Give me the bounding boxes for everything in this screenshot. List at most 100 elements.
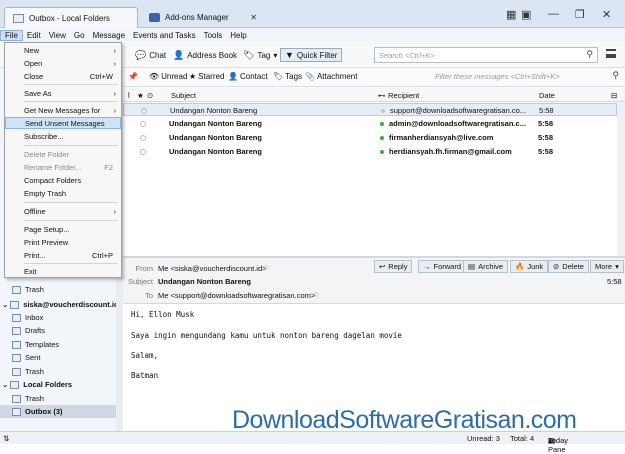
account-siska[interactable]: ⌄ siska@voucherdiscount.id [2,298,119,311]
tag-button[interactable]: 🏷 Tag ▾ [243,48,277,62]
unread-filter[interactable]: 👁 Unread [149,72,187,81]
star-toggle-icon[interactable] [140,134,146,141]
local-folders[interactable]: ⌄ Local Folders [2,378,72,391]
folder-trash[interactable]: Trash [12,283,44,296]
menu-item-offline[interactable]: Offline › [5,205,121,217]
star-contact-icon[interactable]: ☆ [263,263,270,272]
menu-item-save-as[interactable]: Save As › [5,87,121,99]
local-folders-icon [10,380,20,389]
menu-item-rename-folder[interactable]: Rename Folder... F2 [5,161,121,173]
menu-item-exit[interactable]: Exit [5,265,121,277]
delete-button[interactable]: ⊘ Delete [548,260,589,273]
folder-outbox[interactable]: Outbox (3) [0,405,116,418]
thread-column-icon[interactable]: ⌇ [127,91,131,100]
unread-icon: 👁 [149,72,160,81]
message-row[interactable]: Undangan Nonton Bareng support@downloads… [123,103,617,116]
to-label: To [145,291,153,300]
close-tab-icon[interactable]: ✕ [250,13,257,22]
forward-label: Forward [433,262,462,271]
filter-messages-input[interactable]: Filter these messages <Ctrl+Shift+K> ⚲ [431,70,621,84]
folder-inbox[interactable]: Inbox [12,311,43,324]
menu-message[interactable]: Message [89,31,129,40]
menu-go[interactable]: Go [70,31,89,40]
restore-icon[interactable]: ❐ [575,8,585,21]
forward-button[interactable]: → Forward [418,260,467,273]
folder-trash-2[interactable]: Trash [12,365,44,378]
star-contact-icon[interactable]: ☆ [313,290,320,299]
menu-item-delete-folder[interactable]: Delete Folder [5,148,121,160]
menu-tools[interactable]: Tools [200,31,227,40]
menu-separator [24,220,118,221]
menu-item-send-unsent[interactable]: Send Unsent Messages [5,117,121,129]
menu-item-new[interactable]: New › [5,44,121,56]
column-subject[interactable]: Subject [171,91,196,100]
message-list-scrollbar[interactable] [617,102,625,256]
star-toggle-icon[interactable] [140,120,146,127]
star-toggle-icon[interactable] [140,148,146,155]
tab-addons[interactable]: Add-ons Manager ✕ [141,7,265,28]
menu-item-label: Print Preview [24,237,69,247]
account-icon [10,300,20,309]
attachment-column-icon[interactable]: ⊙ [147,91,153,100]
junk-button[interactable]: 🔥 Junk [510,260,549,273]
menu-item-close[interactable]: Close Ctrl+W [5,70,121,82]
folder-templates[interactable]: Templates [12,338,59,351]
menu-item-page-setup[interactable]: Page Setup... [5,223,121,235]
minimize-icon[interactable]: — [548,8,559,20]
menu-item-empty-trash[interactable]: Empty Trash [5,187,121,199]
unread-status-icon[interactable] [380,135,384,140]
column-picker-icon[interactable]: ⊟ [611,91,617,100]
chevron-down-icon: ▾ [273,50,278,60]
menu-file[interactable]: File [0,29,23,41]
column-recipient[interactable]: Recipient [388,91,419,100]
sticky-filter-icon[interactable]: 📌 [128,72,138,81]
read-status-icon[interactable] [381,108,385,113]
chat-button[interactable]: 💬 Chat [135,48,166,62]
from-address[interactable]: Me <siska@voucherdiscount.id> [158,264,267,273]
quick-filter-button[interactable]: ▼ Quick Filter [280,48,343,62]
menu-item-print-preview[interactable]: Print Preview [5,236,121,248]
menu-item-subscribe[interactable]: Subscribe... [5,130,121,142]
message-row[interactable]: Undangan Nonton Bareng firmanherdiansyah… [123,131,617,144]
star-column-icon[interactable]: ★ [137,91,144,100]
tasks-icon[interactable]: ▣ [521,8,531,21]
read-column-icon[interactable]: ⊷ [378,91,386,100]
menu-edit[interactable]: Edit [23,31,45,40]
message-row[interactable]: Undangan Nonton Bareng herdiansyah.fh.fi… [123,145,617,158]
menu-events[interactable]: Events and Tasks [129,31,200,40]
unread-status-icon[interactable] [380,121,384,126]
to-address[interactable]: Me <support@downloadsoftwaregratisan.com… [158,291,315,300]
calendar-icon[interactable]: ▦ [506,8,516,21]
contact-icon: 👤 [228,72,238,81]
reply-button[interactable]: ↩ Reply [374,260,413,273]
column-date[interactable]: Date [539,91,555,100]
menu-help[interactable]: Help [226,31,250,40]
tags-filter[interactable]: 🏷 Tags [273,72,302,81]
folder-trash-3[interactable]: Trash [12,392,44,405]
menu-shortcut: F2 [104,162,113,172]
menu-item-open[interactable]: Open › [5,57,121,69]
menu-item-compact-folders[interactable]: Compact Folders [5,174,121,186]
connection-icon[interactable]: ⇅ [3,434,9,443]
message-row[interactable]: Undangan Nonton Bareng admin@downloadsof… [123,117,617,130]
message-date: 5:58 [538,119,554,128]
close-window-icon[interactable]: ✕ [602,8,611,21]
attachment-filter[interactable]: 📎 Attachment [305,72,357,81]
address-book-button[interactable]: 👤 Address Book [173,48,237,62]
starred-filter-label: Starred [198,72,225,81]
folder-sent[interactable]: Sent [12,351,40,364]
search-input[interactable]: Search <Ctrl+K> ⚲ [374,47,598,63]
menu-item-print[interactable]: Print... Ctrl+P [5,249,121,261]
message-recipient: firmanherdiansyah@live.com [389,133,494,142]
unread-status-icon[interactable] [380,149,384,154]
folder-drafts[interactable]: Drafts [12,324,45,337]
menu-item-get-new-messages[interactable]: Get New Messages for › [5,104,121,116]
app-menu-icon[interactable] [606,49,616,58]
archive-button[interactable]: ▤ Archive [463,260,509,273]
tab-outbox[interactable]: Outbox - Local Folders [4,7,138,28]
contact-filter[interactable]: 👤 Contact [228,72,268,81]
starred-filter[interactable]: ★ Starred [189,72,224,81]
more-button[interactable]: More ▾ [590,260,624,273]
menu-view[interactable]: View [45,31,70,40]
star-toggle-icon[interactable] [141,107,147,114]
